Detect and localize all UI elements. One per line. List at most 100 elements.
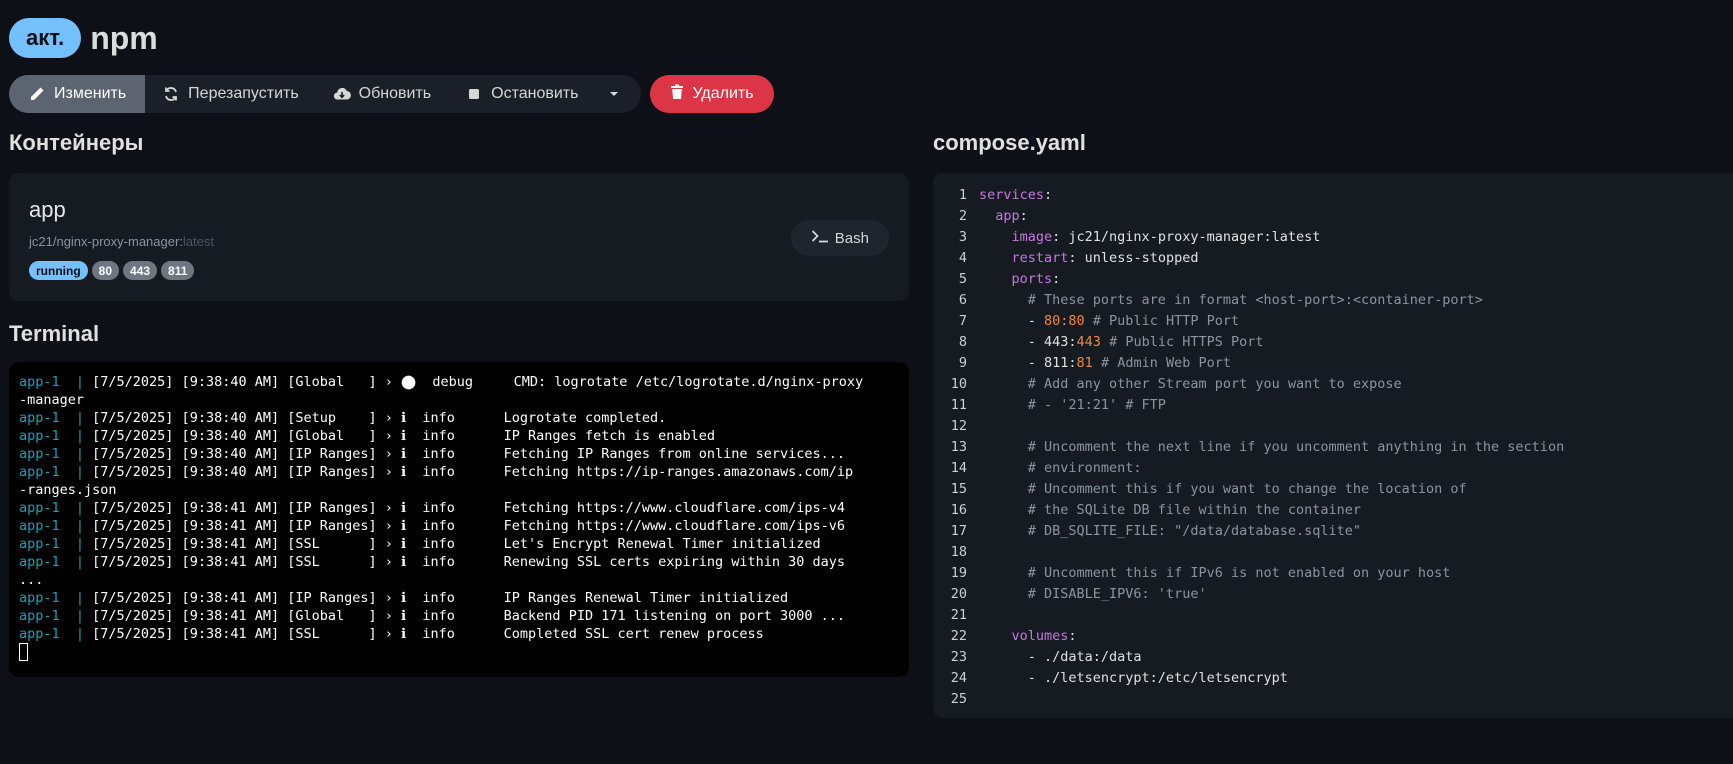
terminal-cursor-line: [19, 643, 899, 661]
restart-button-label: Перезапустить: [188, 85, 299, 102]
code-text: restart: unless-stopped: [979, 248, 1199, 269]
delete-button[interactable]: Удалить: [650, 75, 774, 113]
code-text: app:: [979, 206, 1028, 227]
terminal-line-text: [7/5/2025] [9:38:40 AM] [Global ] › ℹ in…: [92, 428, 715, 444]
line-number: 18: [950, 544, 967, 560]
code-token: : unless-stopped: [1068, 250, 1199, 266]
terminal-line: app-1 | [7/5/2025] [9:38:41 AM] [IP Rang…: [19, 589, 899, 607]
code-text: services:: [979, 185, 1052, 206]
bash-button-label: Bash: [834, 229, 869, 247]
line-number: 21: [950, 607, 967, 623]
code-token: # environment:: [979, 460, 1142, 476]
stop-button[interactable]: Остановить: [448, 75, 595, 113]
code-line: 17 # DB_SQLITE_FILE: "/data/database.sql…: [933, 521, 1733, 542]
line-number: 17: [950, 523, 967, 539]
code-text: # Uncomment this if you want to change t…: [979, 479, 1467, 500]
code-text: - 811:81 # Admin Web Port: [979, 353, 1231, 374]
code-token: app: [995, 208, 1020, 224]
code-token: image: [1011, 229, 1053, 245]
code-line: 7 - 80:80 # Public HTTP Port: [933, 311, 1733, 332]
update-button[interactable]: Обновить: [316, 75, 448, 113]
line-number: 13: [950, 439, 967, 455]
line-number: 6: [958, 292, 967, 308]
terminal-line-text: ...: [19, 572, 44, 588]
line-number: 5: [958, 271, 967, 287]
container-badges: running 80 443 811: [29, 261, 195, 280]
port-badge: 443: [123, 261, 158, 280]
code-text: # These ports are in format <host-port>:…: [979, 290, 1483, 311]
terminal-line-prefix: app-1 |: [19, 536, 93, 552]
terminal-line-text: -manager: [19, 392, 85, 408]
code-token: # Uncomment the next line if you uncomme…: [979, 439, 1565, 455]
code-token: ports: [1011, 271, 1053, 287]
more-actions-dropdown[interactable]: [595, 75, 641, 113]
code-token: - ./letsencrypt:/etc/letsencrypt: [979, 670, 1288, 686]
code-text: image: jc21/nginx-proxy-manager:latest: [979, 227, 1321, 248]
code-token: restart: [1011, 250, 1069, 266]
container-image-tag: latest: [182, 234, 214, 249]
code-text: - 80:80 # Public HTTP Port: [979, 311, 1239, 332]
terminal-heading: Terminal: [9, 321, 100, 346]
terminal-output[interactable]: app-1 | [7/5/2025] [9:38:40 AM] [Global …: [9, 362, 909, 677]
code-token: :: [1068, 628, 1077, 644]
compose-editor[interactable]: 1 services: 2 app: 3 image: jc21/nginx-prox…: [933, 173, 1733, 718]
code-line: 1 services:: [933, 185, 1733, 206]
terminal-line: app-1 | [7/5/2025] [9:38:41 AM] [IP Rang…: [19, 499, 899, 517]
terminal-line-prefix: app-1 |: [19, 554, 93, 570]
code-text: # DB_SQLITE_FILE: "/data/database.sqlite…: [979, 521, 1361, 542]
code-token: -: [979, 313, 1045, 329]
code-line: 15 # Uncomment this if you want to chang…: [933, 479, 1733, 500]
compose-heading: compose.yaml: [933, 130, 1086, 155]
terminal-line-text: [7/5/2025] [9:38:40 AM] [Global ] › ⬤ de…: [92, 374, 864, 390]
line-number: 3: [958, 229, 967, 245]
terminal-line-prefix: app-1 |: [19, 608, 93, 624]
code-token: services: [979, 187, 1045, 203]
terminal-line-prefix: app-1 |: [19, 446, 93, 462]
code-token: 80:80: [1044, 313, 1085, 329]
code-token: volumes: [1011, 628, 1069, 644]
terminal-line-prefix: app-1 |: [19, 590, 93, 606]
container-card: app jc21/nginx-proxy-manager:latest runn…: [9, 173, 909, 301]
port-badge: 80: [91, 261, 120, 280]
pencil-icon: [28, 85, 46, 103]
code-token: :: [1019, 208, 1028, 224]
line-number: 24: [950, 670, 967, 686]
bash-button[interactable]: Bash: [790, 220, 889, 256]
stop-button-label: Остановить: [491, 85, 579, 102]
restart-button[interactable]: Перезапустить: [145, 75, 316, 113]
code-text: # environment:: [979, 458, 1142, 479]
terminal-icon: [811, 229, 829, 247]
code-line: 13 # Uncomment the next line if you unco…: [933, 437, 1733, 458]
code-text: # the SQLite DB file within the containe…: [979, 500, 1361, 521]
code-line: 9 - 811:81 # Admin Web Port: [933, 353, 1733, 374]
line-number: 4: [958, 250, 967, 266]
code-text: # Uncomment this if IPv6 is not enabled …: [979, 563, 1451, 584]
code-line: 10 # Add any other Stream port you want …: [933, 374, 1733, 395]
terminal-line-text: [7/5/2025] [9:38:40 AM] [IP Ranges] › ℹ …: [92, 464, 854, 480]
code-text: # Add any other Stream port you want to …: [979, 374, 1402, 395]
stop-icon: [465, 85, 483, 103]
cloud-download-icon: [333, 85, 351, 103]
stack-title: npm: [90, 19, 158, 56]
code-token: # Public HTTPS Port: [1100, 334, 1264, 350]
code-token: # - '21:21' # FTP: [979, 397, 1166, 413]
line-number: 1: [958, 187, 967, 203]
code-token: :: [1052, 271, 1061, 287]
terminal-line-prefix: app-1 |: [19, 518, 93, 534]
terminal-line-prefix: app-1 |: [19, 626, 93, 642]
terminal-line-text: [7/5/2025] [9:38:41 AM] [SSL ] › ℹ info …: [92, 536, 821, 552]
terminal-line-prefix: app-1 |: [19, 410, 93, 426]
code-token: # Admin Web Port: [1092, 355, 1231, 371]
code-line: 23 - ./data:/data: [933, 647, 1733, 668]
container-name: app: [29, 197, 66, 222]
code-line: 6 # These ports are in format <host-port…: [933, 290, 1733, 311]
line-number: 2: [958, 208, 967, 224]
action-button-group: Изменить Перезапустить Обновить Останови…: [9, 75, 642, 113]
edit-button[interactable]: Изменить: [9, 75, 146, 113]
code-line: 4 restart: unless-stopped: [933, 248, 1733, 269]
line-number: 12: [950, 418, 967, 434]
code-line: 2 app:: [933, 206, 1733, 227]
code-line: 16 # the SQLite DB file within the conta…: [933, 500, 1733, 521]
